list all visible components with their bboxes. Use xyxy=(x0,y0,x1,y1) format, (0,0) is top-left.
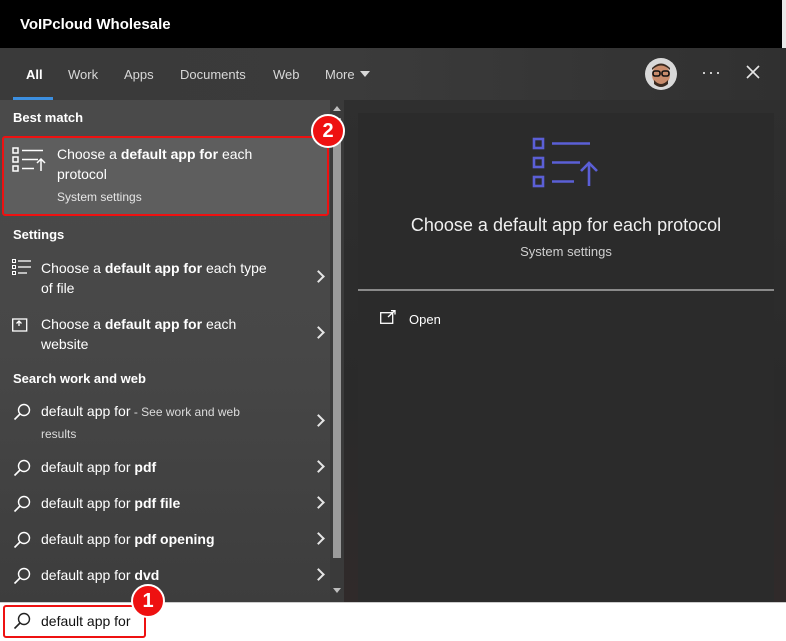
results-scrollbar[interactable] xyxy=(330,100,344,602)
section-search-web: Search work and web xyxy=(13,371,146,386)
avatar[interactable] xyxy=(645,58,677,90)
settings-result-bold: default app for xyxy=(104,316,203,332)
settings-result-bold: default app for xyxy=(104,260,203,276)
search-icon xyxy=(13,567,31,585)
web-result-text: default app for pdf opening xyxy=(41,529,215,550)
web-result-text: default app for dvd xyxy=(41,565,159,586)
web-result-text: default app for - See work and web resul… xyxy=(41,401,311,445)
web-result-text: default app for pdf xyxy=(41,457,156,478)
web-result-extra: - See work and web xyxy=(130,405,240,419)
step-badge-1: 1 xyxy=(131,584,165,618)
settings-result-line2: of file xyxy=(41,280,75,296)
best-match-title: Choose a default app for each protocol xyxy=(57,144,317,184)
settings-result-line2: website xyxy=(41,336,89,352)
tab-more[interactable]: More xyxy=(325,67,370,82)
title-bar: VoIPcloud Wholesale xyxy=(0,0,786,48)
best-match-subtitle: System settings xyxy=(57,190,142,204)
best-match-title-line2: protocol xyxy=(57,166,107,182)
settings-result-prefix: Choose a xyxy=(41,316,105,332)
preview-divider xyxy=(358,289,774,291)
list-icon xyxy=(12,259,31,275)
scroll-down-icon[interactable] xyxy=(333,588,341,593)
open-label: Open xyxy=(409,312,441,327)
window-title: VoIPcloud Wholesale xyxy=(20,16,171,33)
avatar-face-icon xyxy=(645,58,677,90)
open-action[interactable]: Open xyxy=(380,309,441,329)
preview-pane: Choose a default app for each protocol S… xyxy=(358,113,774,602)
more-options-icon[interactable]: ··· xyxy=(701,62,722,83)
search-icon xyxy=(13,531,31,549)
window-edge xyxy=(782,0,786,48)
tab-work[interactable]: Work xyxy=(68,67,98,82)
search-highlight-box xyxy=(3,605,146,638)
web-result-bold: dvd xyxy=(134,567,160,583)
scroll-up-icon[interactable] xyxy=(333,106,341,111)
web-result-bold: pdf file xyxy=(134,495,181,511)
web-result-query: default app for xyxy=(41,403,131,419)
web-result-query: default app for xyxy=(41,495,135,511)
web-result-bold: pdf xyxy=(134,459,157,475)
best-match-title-prefix: Choose a xyxy=(57,146,121,162)
open-link-icon xyxy=(12,318,28,332)
preview-subtitle: System settings xyxy=(520,244,612,259)
tab-documents[interactable]: Documents xyxy=(180,67,246,82)
web-result-bold: pdf opening xyxy=(134,531,215,547)
tab-more-label: More xyxy=(325,67,355,82)
preview-title: Choose a default app for each protocol xyxy=(410,215,722,235)
settings-result-title: Choose a default app for each type of fi… xyxy=(41,258,311,298)
chevron-down-icon xyxy=(359,71,370,77)
settings-result-title: Choose a default app for each website xyxy=(41,314,311,354)
scroll-thumb[interactable] xyxy=(333,118,341,558)
search-icon xyxy=(13,459,31,477)
section-best-match: Best match xyxy=(13,110,84,125)
best-match-title-bold: default app for xyxy=(120,146,219,162)
tab-all[interactable]: All xyxy=(26,67,43,82)
settings-result-suffix: each xyxy=(202,316,237,332)
web-result-query: default app for xyxy=(41,459,135,475)
close-icon[interactable] xyxy=(745,64,761,80)
search-icon xyxy=(13,403,31,421)
settings-result-suffix: each type xyxy=(202,260,267,276)
search-icon xyxy=(13,495,31,513)
best-match-title-suffix: each xyxy=(218,146,253,162)
web-result-query: default app for xyxy=(41,531,135,547)
open-icon xyxy=(380,309,396,324)
web-result-query: default app for xyxy=(41,567,135,583)
web-result-line2: results xyxy=(41,427,77,441)
tab-apps[interactable]: Apps xyxy=(124,67,154,82)
step-badge-2: 2 xyxy=(311,114,345,148)
settings-result-prefix: Choose a xyxy=(41,260,105,276)
tab-web[interactable]: Web xyxy=(273,67,300,82)
section-settings: Settings xyxy=(13,227,65,242)
web-result-text: default app for pdf file xyxy=(41,493,180,514)
list-settings-icon xyxy=(532,137,598,188)
list-settings-icon xyxy=(12,147,46,172)
